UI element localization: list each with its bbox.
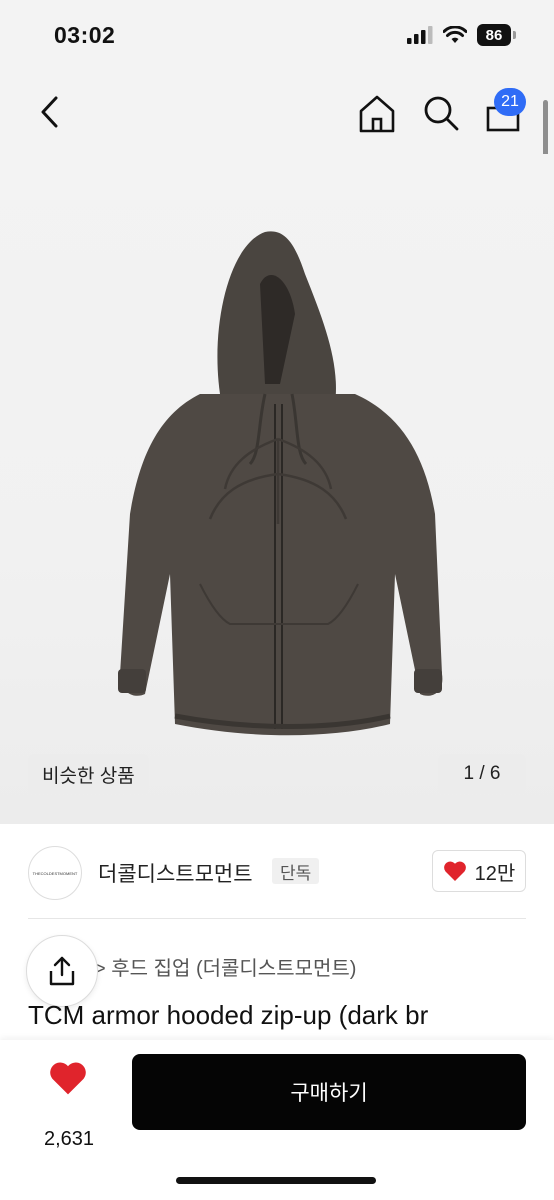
product-title: TCM armor hooded zip-up (dark br [28, 1000, 429, 1030]
status-time: 03:02 [54, 22, 116, 48]
page-counter-text: 1 / 6 [463, 763, 501, 784]
battery-level: 86 [477, 24, 511, 46]
image-page-counter[interactable]: 1 / 6 [438, 754, 526, 794]
status-icons: 86 [407, 24, 516, 46]
signal-icon [407, 26, 433, 44]
home-button[interactable] [354, 90, 400, 136]
home-indicator [176, 1177, 376, 1184]
breadcrumb[interactable]: > 후드 집업 (더콜디스트모먼트) [94, 952, 356, 981]
divider [28, 918, 526, 919]
cart-count-badge: 21 [494, 88, 526, 116]
back-icon [41, 96, 58, 128]
product-image [118, 231, 443, 736]
exclusive-badge: 단독 [272, 858, 320, 884]
status-bar: 03:02 86 [0, 0, 554, 72]
wifi-icon [443, 26, 467, 43]
brand-logo[interactable]: THECOLDESTMOMENT [28, 846, 82, 900]
buy-button[interactable]: 구매하기 [132, 1054, 526, 1130]
back-button[interactable] [28, 90, 72, 134]
similar-products-button[interactable]: 비슷한 상품 [28, 754, 149, 794]
share-button[interactable] [26, 935, 98, 1007]
heart-icon [443, 861, 466, 881]
home-icon [359, 95, 395, 133]
share-icon [49, 956, 75, 986]
battery-icon: 86 [477, 24, 516, 46]
wishlist-count: 2,631 [43, 1128, 95, 1150]
product-image-carousel[interactable]: 비슷한 상품 1 / 6 [0, 154, 554, 824]
top-nav [0, 72, 554, 154]
brand-like-count: 12만 [474, 862, 516, 885]
heart-icon [50, 1062, 86, 1095]
search-button[interactable] [418, 90, 464, 136]
wishlist-button[interactable] [48, 1060, 88, 1101]
search-icon [424, 96, 459, 131]
similar-products-label: 비슷한 상품 [42, 765, 135, 787]
brand-name[interactable]: 더콜디스트모먼트 [98, 858, 253, 888]
brand-row: THECOLDESTMOMENT 더콜디스트모먼트 단독 12만 [0, 824, 554, 920]
brand-like-button[interactable]: 12만 [432, 850, 526, 892]
bottom-action-bar: 2,631 구매하기 [0, 1040, 554, 1200]
